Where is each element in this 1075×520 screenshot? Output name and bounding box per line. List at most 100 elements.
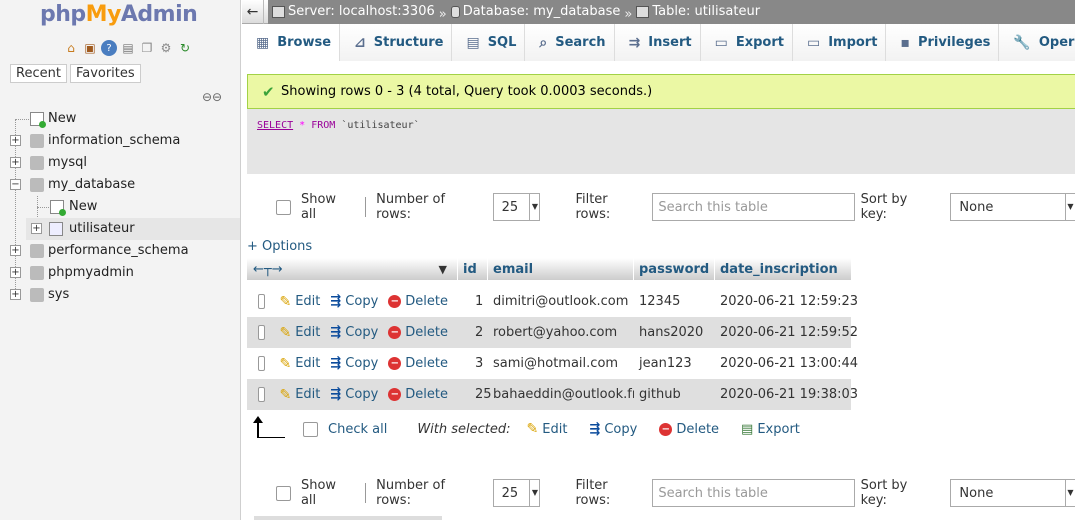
expand-icon[interactable]: + [10,267,21,278]
bulk-delete-button[interactable]: − Delete [659,422,719,437]
tab-export[interactable]: ▭ Export [700,24,793,61]
tab-browse[interactable]: ▦ Browse [242,24,341,61]
home-icon[interactable]: ⌂ [63,40,79,56]
column-header-date-inscription[interactable]: date_inscription [715,258,847,280]
tab-privileges[interactable]: ▪ Privileges [886,24,1000,61]
cell-email[interactable]: sami@hotmail.com [488,356,634,371]
reload-icon[interactable]: ↻ [177,40,193,56]
copy-button[interactable]: ⇶ Copy [330,325,378,340]
sort-by-key-select[interactable]: None ▼ [950,479,1075,507]
column-resize-header[interactable]: ←┬→ ▼ [247,258,458,280]
copy-icon[interactable]: ❐ [139,40,155,56]
tree-item-mysql[interactable]: + mysql [0,152,240,174]
cell-email[interactable]: bahaeddin@outlook.fr [488,387,634,402]
cell-id[interactable]: 2 [458,325,488,340]
delete-button[interactable]: − Delete [388,294,448,309]
breadcrumb-database[interactable]: Database: my_database [450,4,620,19]
help-icon[interactable]: ? [101,40,117,56]
number-of-rows-select[interactable]: 25 ▼ [492,479,541,507]
bulk-actions: Check all With selected: ✎ Edit ⇶ Copy − De… [253,414,857,444]
favorites-button[interactable]: Favorites [69,64,141,83]
breadcrumb-table[interactable]: Table: utilisateur [636,4,760,19]
link-with-main-icon[interactable]: ⊖⊖ [202,90,222,104]
sort-by-key-select[interactable]: None ▼ [950,193,1075,221]
check-all-link[interactable]: Check all [328,422,387,437]
cell-password[interactable]: 12345 [634,294,715,309]
number-of-rows-select[interactable]: 25 ▼ [492,193,541,221]
check-all-checkbox[interactable] [303,421,318,437]
cell-date-inscription[interactable]: 2020-06-21 12:59:52 [715,325,858,340]
tree-item-performance-schema[interactable]: + performance_schema [0,240,240,262]
cell-password[interactable]: github [634,387,715,402]
expand-icon[interactable]: + [10,157,21,168]
tab-operations[interactable]: 🔧Operat [999,24,1075,61]
cell-date-inscription[interactable]: 2020-06-21 13:00:44 [715,356,858,371]
copy-button[interactable]: ⇶ Copy [330,294,378,309]
copy-button[interactable]: ⇶ Copy [330,387,378,402]
recent-button[interactable]: Recent [10,64,67,83]
collapse-icon[interactable]: − [10,179,21,190]
edit-button[interactable]: ✎ Edit [279,294,320,310]
tab-structure[interactable]: ⊿ Structure [340,24,453,61]
sort-dropdown-icon[interactable]: ▼ [439,263,447,276]
sql-query[interactable]: SELECT * FROM `utilisateur` [257,120,420,131]
cell-password[interactable]: jean123 [634,356,715,371]
column-header-password[interactable]: password [634,258,715,280]
cell-id[interactable]: 25 [458,387,492,402]
edit-button[interactable]: ✎ Edit [279,325,320,341]
filter-rows-input[interactable]: Search this table [652,193,855,221]
options-link[interactable]: + Options [247,239,312,254]
edit-button[interactable]: ✎ Edit [279,387,320,403]
tree-item-sys[interactable]: + sys [0,284,240,306]
expand-icon[interactable]: + [10,135,21,146]
column-arrows-icon[interactable]: ←┬→ [253,262,283,277]
cell-date-inscription[interactable]: 2020-06-21 12:59:23 [715,294,858,309]
filter-rows-input[interactable]: Search this table [652,479,855,507]
cell-password[interactable]: hans2020 [634,325,715,340]
breadcrumb-server[interactable]: Server: localhost:3306 [272,4,435,19]
row-checkbox[interactable] [258,294,266,309]
bulk-export-button[interactable]: ▤ Export [741,422,800,437]
cell-id[interactable]: 1 [458,294,488,309]
scroll-indicator [254,516,442,520]
edit-button[interactable]: ✎ Edit [279,356,320,372]
tree-item-new[interactable]: New [0,108,240,130]
row-checkbox[interactable] [258,356,266,371]
cell-email[interactable]: dimitri@outlook.com [488,294,634,309]
tree-item-utilisateur[interactable]: + utilisateur [26,218,240,240]
number-of-rows-label: Number of rows: [376,478,446,508]
delete-button[interactable]: − Delete [388,387,448,402]
row-checkbox[interactable] [258,325,266,340]
tab-sql[interactable]: ▤ SQL [452,24,526,61]
settings-icon[interactable]: ⚙ [158,40,174,56]
show-all-checkbox[interactable] [276,485,291,501]
delete-button[interactable]: − Delete [388,325,448,340]
docs-icon[interactable]: ▤ [120,40,136,56]
tree-item-information-schema[interactable]: + information_schema [0,130,240,152]
tree-item-new-table[interactable]: New [0,196,240,218]
column-header-id[interactable]: id [458,258,488,280]
bulk-copy-button[interactable]: ⇶ Copy [589,422,637,437]
tab-import[interactable]: ▭ Import [792,24,887,61]
phpmyadmin-logo[interactable]: phpMyAdmin [40,2,198,27]
copy-button[interactable]: ⇶ Copy [330,356,378,371]
delete-button[interactable]: − Delete [388,356,448,371]
tab-search[interactable]: ⌕ Search [525,24,615,61]
delete-icon: − [388,326,402,339]
cell-date-inscription[interactable]: 2020-06-21 19:38:03 [715,387,858,402]
expand-icon[interactable]: + [31,223,42,234]
tree-item-phpmyadmin[interactable]: + phpmyadmin [0,262,240,284]
collapse-nav-button[interactable]: ← [242,0,264,24]
cell-id[interactable]: 3 [458,356,488,371]
row-checkbox[interactable] [258,387,266,402]
copy-icon: ⇶ [330,387,342,402]
exit-icon[interactable]: ▣ [82,40,98,56]
show-all-checkbox[interactable] [276,199,291,215]
expand-icon[interactable]: + [10,289,21,300]
bulk-edit-button[interactable]: ✎ Edit [527,421,568,437]
expand-icon[interactable]: + [10,245,21,256]
tree-item-my-database[interactable]: − my_database [0,174,240,196]
column-header-email[interactable]: email [488,258,634,280]
cell-email[interactable]: robert@yahoo.com [488,325,634,340]
tab-insert[interactable]: ⇉ Insert [614,24,701,61]
